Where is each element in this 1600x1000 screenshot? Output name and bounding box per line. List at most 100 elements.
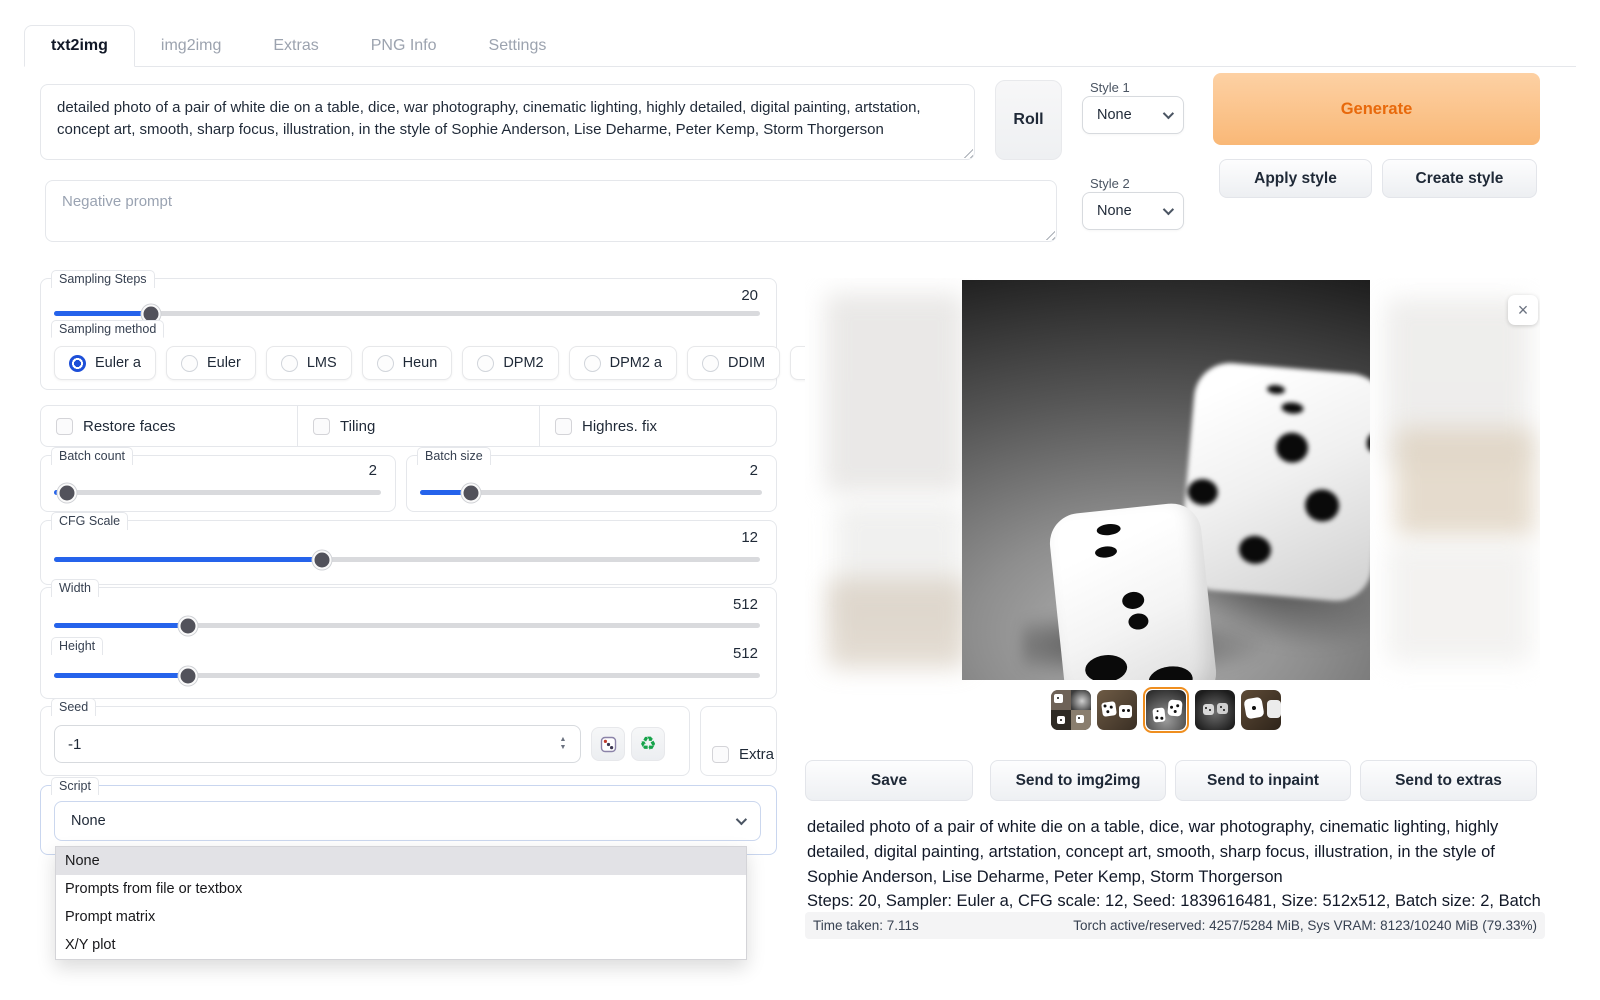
spinner-down-icon[interactable]: ▼	[560, 744, 567, 752]
send-to-inpaint-button[interactable]: Send to inpaint	[1175, 760, 1351, 801]
cfg-scale-value: 12	[741, 529, 758, 546]
sampler-ddim[interactable]: DDIM	[687, 346, 780, 380]
tab-png-info[interactable]: PNG Info	[345, 26, 463, 66]
gallery-panel: ×	[805, 278, 1540, 755]
chevron-down-icon	[736, 814, 747, 825]
sampler-euler-a[interactable]: Euler a	[54, 346, 156, 380]
sampler-lms[interactable]: LMS	[266, 346, 352, 380]
die-pip	[1128, 613, 1150, 631]
batch-count-value: 2	[369, 462, 377, 479]
radio-icon	[377, 355, 394, 372]
height-label: Height	[51, 637, 103, 655]
sampler-euler[interactable]: Euler	[166, 346, 256, 380]
height-value: 512	[733, 645, 758, 662]
apply-style-button[interactable]: Apply style	[1219, 159, 1372, 198]
script-select[interactable]: None	[54, 801, 761, 841]
cfg-scale-slider[interactable]	[54, 557, 760, 562]
tab-extras[interactable]: Extras	[247, 26, 344, 66]
performance-bar: Time taken: 7.11s Torch active/reserved:…	[805, 912, 1545, 939]
width-slider-knob[interactable]	[179, 616, 198, 635]
create-style-button[interactable]: Create style	[1382, 159, 1537, 198]
sampler-dpm2[interactable]: DPM2	[462, 346, 558, 380]
tab-txt2img[interactable]: txt2img	[24, 25, 135, 67]
die-pip	[1094, 545, 1117, 558]
send-to-extras-button[interactable]: Send to extras	[1360, 760, 1537, 801]
close-gallery-button[interactable]: ×	[1508, 295, 1538, 325]
sampling-steps-slider[interactable]	[54, 311, 760, 316]
roll-button[interactable]: Roll	[995, 80, 1062, 160]
save-button[interactable]: Save	[805, 760, 973, 801]
height-slider-knob[interactable]	[179, 666, 198, 685]
blurred-preview	[825, 293, 965, 493]
random-seed-button[interactable]	[591, 727, 625, 761]
seed-input[interactable]: -1 ▲ ▼	[54, 725, 581, 763]
die-pip	[1275, 431, 1309, 464]
generated-image[interactable]	[962, 280, 1370, 680]
die-pip	[1187, 478, 1219, 507]
tiling-option[interactable]: Tiling	[297, 406, 539, 446]
script-option-none[interactable]: None	[56, 847, 746, 875]
blurred-preview	[1387, 543, 1532, 663]
sampler-label: DDIM	[728, 355, 765, 371]
die-pip	[1147, 664, 1194, 680]
script-value: None	[71, 813, 106, 829]
close-icon: ×	[1518, 300, 1529, 321]
batch-count-slider-knob[interactable]	[58, 483, 77, 502]
batch-size-slider[interactable]	[420, 490, 762, 495]
tiling-checkbox[interactable]	[313, 418, 330, 435]
width-slider[interactable]	[54, 623, 760, 628]
reuse-seed-button[interactable]: ♻	[631, 727, 665, 761]
gallery-thumbnail[interactable]	[1051, 690, 1091, 730]
gallery-thumbnails	[962, 687, 1370, 733]
height-slider[interactable]	[54, 673, 760, 678]
highres-fix-checkbox[interactable]	[555, 418, 572, 435]
restore-faces-option[interactable]: Restore faces	[41, 406, 297, 446]
batch-count-label: Batch count	[51, 447, 133, 465]
cfg-scale-slider-knob[interactable]	[313, 550, 332, 569]
style2-value: None	[1097, 203, 1132, 219]
seed-label: Seed	[51, 698, 96, 716]
batch-count-slider[interactable]	[54, 490, 381, 495]
spinner-up-icon[interactable]: ▲	[560, 736, 567, 744]
batch-size-label: Batch size	[417, 447, 491, 465]
highres-fix-option[interactable]: Highres. fix	[539, 406, 776, 446]
tab-img2img[interactable]: img2img	[135, 26, 247, 66]
seed-spinner[interactable]: ▲ ▼	[550, 730, 576, 758]
generate-button[interactable]: Generate	[1213, 73, 1540, 145]
sampling-steps-label: Sampling Steps	[51, 270, 155, 288]
die-pip	[1366, 433, 1370, 452]
extra-checkbox[interactable]	[712, 746, 729, 763]
negative-prompt-input[interactable]	[45, 180, 1057, 242]
sampling-steps-value: 20	[741, 287, 758, 304]
txt2img-app: txt2img img2img Extras PNG Info Settings…	[0, 0, 1600, 1000]
gallery-thumbnail[interactable]	[1195, 690, 1235, 730]
style1-select[interactable]: None	[1082, 96, 1184, 134]
seed-group: Seed -1 ▲ ▼ ♻	[40, 706, 690, 776]
sampler-heun[interactable]: Heun	[362, 346, 453, 380]
style2-select[interactable]: None	[1082, 192, 1184, 230]
dice-icon	[600, 736, 617, 753]
tab-settings[interactable]: Settings	[463, 26, 573, 66]
vram-usage: Torch active/reserved: 4257/5284 MiB, Sy…	[1073, 918, 1537, 933]
output-prompt-text: detailed photo of a pair of white die on…	[807, 815, 1544, 889]
batch-size-slider-knob[interactable]	[462, 483, 481, 502]
cfg-scale-group: CFG Scale 12	[40, 520, 777, 585]
send-to-img2img-button[interactable]: Send to img2img	[990, 760, 1166, 801]
restore-faces-checkbox[interactable]	[56, 418, 73, 435]
extra-option[interactable]: Extra	[701, 707, 776, 775]
die-pip	[1121, 591, 1145, 610]
gallery-thumbnail[interactable]	[1241, 690, 1281, 730]
die-left	[1047, 501, 1219, 680]
die-pip	[1267, 384, 1286, 395]
sampling-method-label: Sampling method	[51, 320, 164, 338]
gallery-thumbnail-selected[interactable]	[1143, 687, 1189, 733]
script-option-prompts-from-file[interactable]: Prompts from file or textbox	[56, 875, 746, 903]
script-option-xy-plot[interactable]: X/Y plot	[56, 931, 746, 959]
script-group: Script None	[40, 785, 777, 855]
prompt-input[interactable]: detailed photo of a pair of white die on…	[40, 84, 975, 160]
script-option-prompt-matrix[interactable]: Prompt matrix	[56, 903, 746, 931]
sampler-dpm2-a[interactable]: DPM2 a	[569, 346, 677, 380]
extra-label: Extra	[739, 746, 774, 763]
gallery-thumbnail[interactable]	[1097, 690, 1137, 730]
time-taken: Time taken: 7.11s	[813, 918, 919, 933]
